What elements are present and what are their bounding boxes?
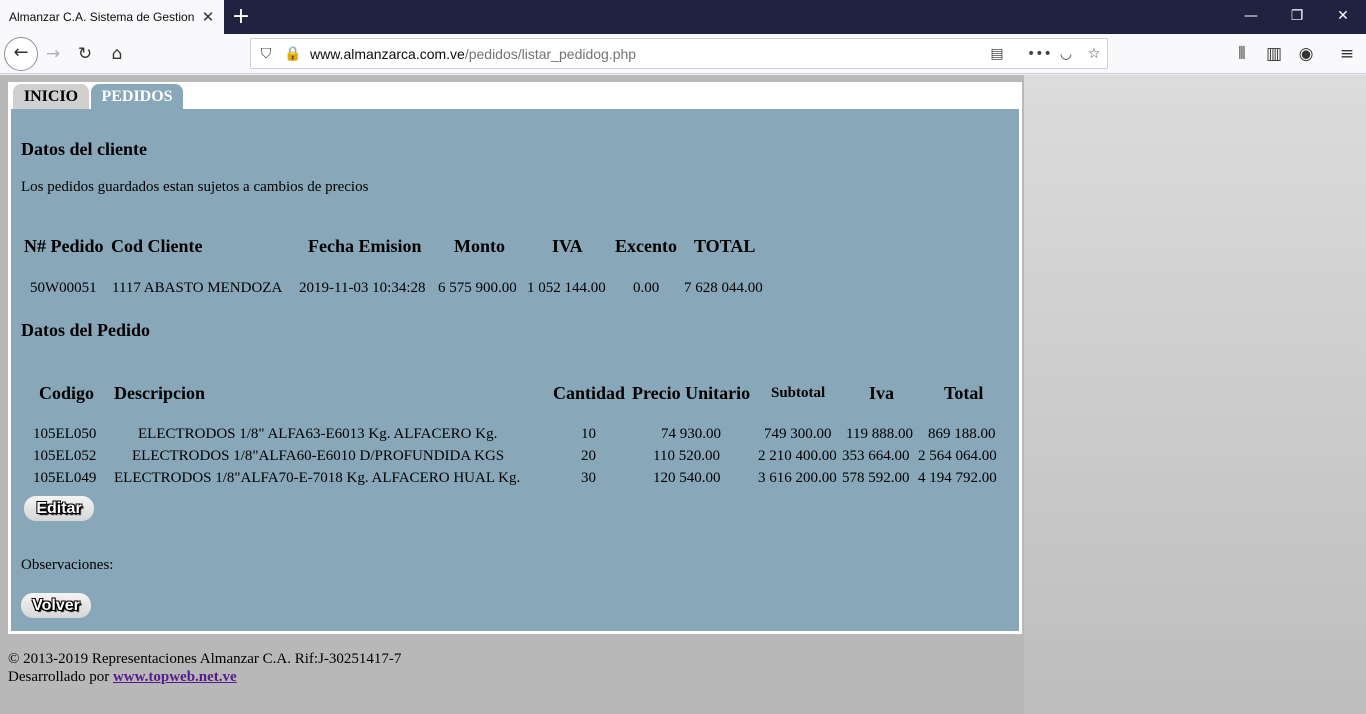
url-text[interactable]: www.almanzarca.com.ve/pedidos/listar_ped… xyxy=(310,46,636,62)
tab-inicio[interactable]: INICIO xyxy=(13,84,89,109)
cliente-code: 1117 ABASTO MENDOZA xyxy=(112,280,283,296)
col-header-precio: Precio Unitario xyxy=(632,383,751,403)
address-bar[interactable]: ⛉ 🔒 www.almanzarca.com.ve/pedidos/listar… xyxy=(250,38,1108,69)
col-header-iva: IVA xyxy=(552,236,583,256)
item-total: 869 188.00 xyxy=(928,426,996,442)
fecha-emision: 2019-11-03 10:34:28 xyxy=(299,280,426,296)
pedido-number: 50W00051 xyxy=(30,280,97,296)
page-actions-icon[interactable]: ••• xyxy=(1027,43,1052,65)
excento-value: 0.00 xyxy=(633,280,660,296)
item-descripcion: ELECTRODOS 1/8"ALFA70-E-7018 Kg. ALFACER… xyxy=(114,470,521,486)
reload-icon[interactable]: ↻ xyxy=(73,42,97,66)
sidebar-icon[interactable]: ▥ xyxy=(1262,42,1286,66)
item-precio: 74 930.00 xyxy=(661,426,721,442)
navigation-toolbar: ← → ↻ ⌂ ⛉ 🔒 www.almanzarca.com.ve/pedido… xyxy=(0,34,1366,74)
back-arrow-icon[interactable]: ← xyxy=(4,37,38,71)
col-header-cod-cliente: Cod Cliente xyxy=(111,236,203,256)
col-header-subtotal: Subtotal xyxy=(771,385,826,401)
web-page: INICIO PEDIDOS Datos del cliente Los ped… xyxy=(0,75,1366,714)
item-codigo: 105EL049 xyxy=(33,470,97,486)
total-value: 7 628 044.00 xyxy=(684,280,763,296)
item-precio: 110 520.00 xyxy=(653,448,720,464)
content-frame: INICIO PEDIDOS Datos del cliente Los ped… xyxy=(8,82,1022,634)
item-iva: 353 664.00 xyxy=(842,448,910,464)
item-subtotal: 749 300.00 xyxy=(764,426,832,442)
close-window-icon[interactable]: ✕ xyxy=(1320,0,1366,34)
minimize-icon[interactable]: — xyxy=(1228,0,1274,34)
menu-icon[interactable]: ≡ xyxy=(1335,42,1359,66)
item-iva: 578 592.00 xyxy=(842,470,910,486)
item-codigo: 105EL052 xyxy=(33,448,97,464)
monto-value: 6 575 900.00 xyxy=(438,280,517,296)
col-header-monto: Monto xyxy=(454,236,505,256)
col-header-fecha: Fecha Emision xyxy=(308,236,422,256)
item-descripcion: ELECTRODOS 1/8" ALFA63-E6013 Kg. ALFACER… xyxy=(138,426,498,442)
home-icon[interactable]: ⌂ xyxy=(105,42,129,66)
page-background-right xyxy=(1024,75,1366,714)
browser-tab-title: Almanzar C.A. Sistema de Gestion d xyxy=(9,10,194,24)
item-iva: 119 888.00 xyxy=(846,426,913,442)
editar-button[interactable]: Editar xyxy=(24,496,94,521)
col-header-item-total: Total xyxy=(944,383,984,403)
forward-arrow-icon[interactable]: → xyxy=(41,42,65,66)
item-cantidad: 30 xyxy=(581,470,596,486)
new-tab-icon[interactable]: + xyxy=(230,4,252,30)
volver-button[interactable]: Volver xyxy=(21,593,91,618)
item-precio: 120 540.00 xyxy=(653,470,721,486)
item-descripcion: ELECTRODOS 1/8"ALFA60-E6010 D/PROFUNDIDA… xyxy=(132,448,505,464)
pocket-icon[interactable]: ◡ xyxy=(1055,43,1077,65)
account-icon[interactable]: ◉ xyxy=(1294,42,1318,66)
shield-icon[interactable]: ⛉ xyxy=(255,43,277,65)
reader-view-icon[interactable]: ▤ xyxy=(986,43,1008,65)
col-header-cantidad: Cantidad xyxy=(553,383,626,403)
pedido-heading: Datos del Pedido xyxy=(21,320,151,340)
item-subtotal: 2 210 400.00 xyxy=(758,448,837,464)
browser-tab[interactable]: Almanzar C.A. Sistema de Gestion d ✕ xyxy=(0,0,224,34)
cliente-heading: Datos del cliente xyxy=(21,139,147,159)
iva-value: 1 052 144.00 xyxy=(527,280,606,296)
pedido-panel: Datos del cliente Los pedidos guardados … xyxy=(11,109,1019,631)
item-subtotal: 3 616 200.00 xyxy=(758,470,837,486)
insecure-lock-icon[interactable]: 🔒 xyxy=(282,43,304,65)
browser-tab-strip: Almanzar C.A. Sistema de Gestion d ✕ + —… xyxy=(0,0,1366,34)
developer-link[interactable]: www.topweb.net.ve xyxy=(113,669,237,685)
footer-copyright: © 2013-2019 Representaciones Almanzar C.… xyxy=(8,651,402,667)
restore-icon[interactable]: ❐ xyxy=(1274,0,1320,34)
item-total: 4 194 792.00 xyxy=(918,470,997,486)
item-cantidad: 10 xyxy=(581,426,596,442)
close-tab-icon[interactable]: ✕ xyxy=(198,7,218,27)
bookmark-star-icon[interactable]: ☆ xyxy=(1083,43,1105,65)
item-total: 2 564 064.00 xyxy=(918,448,997,464)
library-icon[interactable]: ⫴ xyxy=(1230,42,1254,66)
footer-credits: Desarrollado por www.topweb.net.ve xyxy=(8,669,237,685)
observaciones-label: Observaciones: xyxy=(21,557,114,573)
item-cantidad: 20 xyxy=(581,448,596,464)
price-notice: Los pedidos guardados estan sujetos a ca… xyxy=(21,179,369,195)
col-header-excento: Excento xyxy=(615,236,677,256)
col-header-descripcion: Descripcion xyxy=(114,383,205,403)
col-header-item-iva: Iva xyxy=(869,383,895,403)
col-header-codigo: Codigo xyxy=(39,383,95,403)
col-header-pedido: N# Pedido xyxy=(24,236,104,256)
tab-pedidos[interactable]: PEDIDOS xyxy=(91,84,183,109)
col-header-total: TOTAL xyxy=(694,236,756,256)
item-codigo: 105EL050 xyxy=(33,426,97,442)
